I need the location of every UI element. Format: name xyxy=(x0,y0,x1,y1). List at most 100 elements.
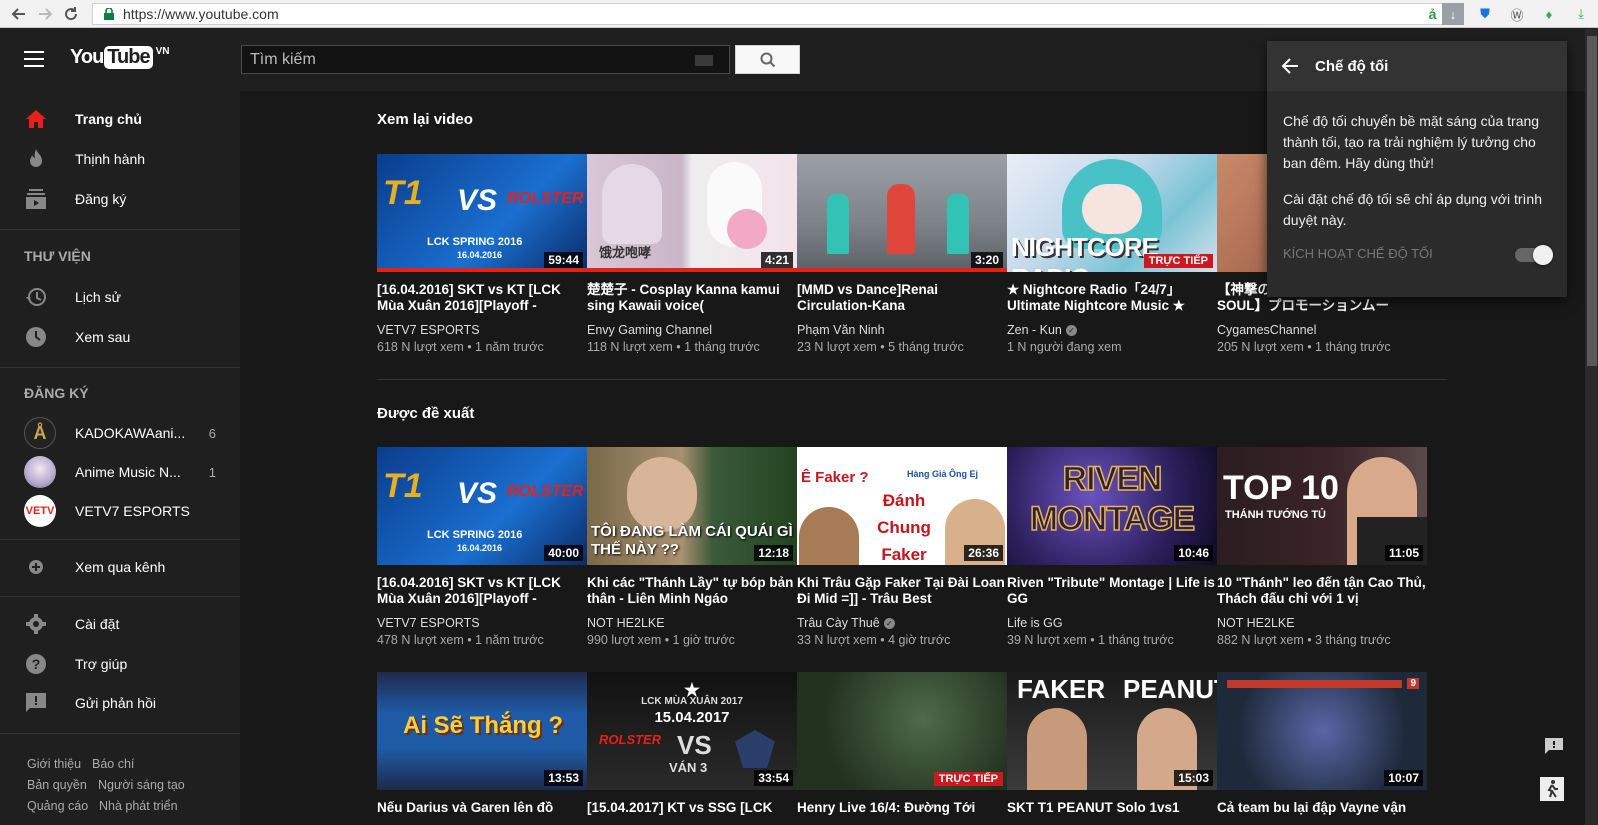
video-card[interactable]: Ai Sẽ Thắng ? 13:53 Nếu Darius và Garen … xyxy=(377,672,587,825)
channel-name[interactable]: Envy Gaming Channel xyxy=(587,323,797,337)
channel-name[interactable]: NOT HE2LKE xyxy=(1217,616,1427,630)
region-code: VN xyxy=(155,46,170,57)
footer-link-copyright[interactable]: Bản quyền xyxy=(27,778,87,792)
video-thumbnail[interactable]: RIVEN MONTAGE 10:46 xyxy=(1007,447,1217,565)
sidebar-item-feedback[interactable]: Gửi phản hồi xyxy=(0,683,240,723)
shelf-title[interactable]: Được đề xuất xyxy=(377,405,474,422)
feedback-bubble-icon[interactable] xyxy=(1544,736,1564,756)
reload-icon[interactable] xyxy=(58,1,84,27)
video-card[interactable]: NIGHTCORE RADIO TRỰC TIẾP ★ Nightcore Ra… xyxy=(1007,154,1217,354)
sidebar-item-settings[interactable]: Cài đặt xyxy=(0,604,240,644)
walking-person-icon[interactable] xyxy=(1540,777,1564,801)
video-title[interactable]: Khi Trâu Gặp Faker Tại Đài Loan Đi Mid =… xyxy=(797,575,1007,607)
video-thumbnail[interactable]: TOP 10 THÁNH TƯỚNG TỦ 11:05 xyxy=(1217,447,1427,565)
video-title[interactable]: 楚楚子 - Cosplay Kanna kamui sing Kawaii vo… xyxy=(587,282,797,314)
video-thumbnail[interactable]: Ê Faker ? Hàng Giả Ông Ej Đánh Chung Fak… xyxy=(797,447,1007,565)
download-arrow-icon[interactable]: ⤓ xyxy=(1570,3,1592,25)
sidebar-sub-vetv7[interactable]: VETV VETV7 ESPORTS xyxy=(0,491,240,531)
extension-w-icon[interactable]: Ⓦ xyxy=(1506,3,1528,25)
video-thumbnail[interactable]: Ai Sẽ Thắng ? 13:53 xyxy=(377,672,587,790)
keyboard-icon[interactable] xyxy=(695,55,713,66)
video-card[interactable]: TRỰC TIẾP Henry Live 16/4: Đường Tới xyxy=(797,672,1007,825)
toggle-knob[interactable] xyxy=(1533,245,1553,265)
video-thumbnail[interactable]: ★ LCK MÙA XUÂN 2017 15.04.2017 ROLSTER V… xyxy=(587,672,797,790)
footer-link-advertise[interactable]: Quảng cáo xyxy=(27,799,88,813)
channel-name[interactable]: CygamesChannel xyxy=(1217,323,1427,337)
feedly-icon[interactable]: ♦ xyxy=(1538,3,1560,25)
video-title[interactable]: [16.04.2016] SKT vs KT [LCK Mùa Xuân 201… xyxy=(377,575,587,607)
video-thumbnail[interactable]: T1 VS ROLSTER LCK SPRING 2016 16.04.2016… xyxy=(377,154,587,272)
video-title[interactable]: Khi các "Thánh Lầy" tự bóp bản thân - Li… xyxy=(587,575,797,607)
menu-icon[interactable] xyxy=(24,51,44,67)
video-thumbnail[interactable]: FAKER PEANUT 15:03 xyxy=(1007,672,1217,790)
video-title[interactable]: Riven "Tribute" Montage | Life is GG xyxy=(1007,575,1217,607)
address-bar[interactable]: https://www.youtube.com ả ☆ xyxy=(92,3,1464,25)
video-card[interactable]: T1 VS ROLSTER LCK SPRING 2016 16.04.2016… xyxy=(377,154,587,354)
search-button[interactable] xyxy=(735,45,800,74)
video-title[interactable]: ★ Nightcore Radio「24/7」 Ultimate Nightco… xyxy=(1007,282,1217,314)
video-card[interactable]: Ê Faker ? Hàng Giả Ông Ej Đánh Chung Fak… xyxy=(797,447,1007,647)
video-thumbnail[interactable]: NIGHTCORE RADIO TRỰC TIẾP xyxy=(1007,154,1217,272)
sidebar-item-trending[interactable]: Thịnh hành xyxy=(0,139,240,179)
video-card[interactable]: 饿龙咆哮 4:21 楚楚子 - Cosplay Kanna kamui sing… xyxy=(587,154,797,354)
channel-name[interactable]: VETV7 ESPORTS xyxy=(377,616,587,630)
video-title[interactable]: [15.04.2017] KT vs SSG [LCK xyxy=(587,800,797,825)
channel-name[interactable]: VETV7 ESPORTS xyxy=(377,323,587,337)
video-title[interactable]: [16.04.2016] SKT vs KT [LCK Mùa Xuân 201… xyxy=(377,282,587,314)
sidebar-sub-kadokawa[interactable]: Å KADOKAWAani... 6 xyxy=(0,413,240,453)
sidebar-sub-anime-music[interactable]: Anime Music N... 1 xyxy=(0,452,240,492)
video-title[interactable]: Cả team bu lại đập Vayne vận xyxy=(1217,800,1427,825)
video-card[interactable]: TOP 10 THÁNH TƯỚNG TỦ 11:05 10 "Thánh" l… xyxy=(1217,447,1427,647)
video-thumbnail[interactable]: 9 10:07 xyxy=(1217,672,1427,790)
avatar xyxy=(24,456,56,488)
youtube-logo[interactable]: You Tube VN xyxy=(70,46,170,69)
forward-arrow-icon[interactable] xyxy=(32,1,58,27)
sidebar-item-history[interactable]: Lịch sử xyxy=(0,277,240,317)
back-arrow-icon[interactable] xyxy=(1279,55,1301,77)
video-title[interactable]: SKT T1 PEANUT Solo 1vs1 xyxy=(1007,800,1217,825)
video-thumbnail[interactable]: 饿龙咆哮 4:21 xyxy=(587,154,797,272)
translate-icon[interactable]: ả xyxy=(1429,6,1437,22)
video-title[interactable]: Nếu Darius và Garen lên đồ xyxy=(377,800,587,825)
sidebar-item-subscriptions[interactable]: Đăng ký xyxy=(0,179,240,219)
channel-name[interactable]: Life is GG xyxy=(1007,616,1217,630)
video-card[interactable]: RIVEN MONTAGE 10:46 Riven "Tribute" Mont… xyxy=(1007,447,1217,647)
footer-link-creators[interactable]: Người sáng tạo xyxy=(98,778,185,792)
shelf-title[interactable]: Xem lại video xyxy=(377,111,473,128)
back-arrow-icon[interactable] xyxy=(6,1,32,27)
channel-name[interactable]: Phạm Văn Ninh xyxy=(797,323,1007,337)
footer-link-press[interactable]: Báo chí xyxy=(92,757,134,771)
footer-link-about[interactable]: Giới thiệu xyxy=(27,757,81,771)
channel-name[interactable]: NOT HE2LKE xyxy=(587,616,797,630)
download-icon[interactable]: ↓ xyxy=(1442,3,1464,25)
dark-mode-toggle[interactable] xyxy=(1515,245,1553,265)
footer-link-developers[interactable]: Nhà phát triển xyxy=(99,799,178,813)
video-title[interactable]: 10 "Thánh" leo đến tận Cao Thủ, Thách đấ… xyxy=(1217,575,1427,607)
video-card[interactable]: ★ LCK MÙA XUÂN 2017 15.04.2017 ROLSTER V… xyxy=(587,672,797,825)
video-thumbnail[interactable]: TRỰC TIẾP xyxy=(797,672,1007,790)
video-title[interactable]: Henry Live 16/4: Đường Tới xyxy=(797,800,1007,825)
video-card[interactable]: TÔI ĐANG LÀM CÁI QUÁI GÌ THẾ NÀY ?? 12:1… xyxy=(587,447,797,647)
avatar: Å xyxy=(24,417,56,449)
video-title[interactable]: [MMD vs Dance]Renai Circulation-Kana xyxy=(797,282,1007,314)
sidebar-item-browse-channels[interactable]: Xem qua kênh xyxy=(0,547,240,587)
sidebar-item-watch-later[interactable]: Xem sau xyxy=(0,317,240,357)
channel-label: VETV7 ESPORTS xyxy=(377,616,480,630)
search-input[interactable]: Tìm kiếm xyxy=(241,45,730,74)
scrollbar-thumb[interactable] xyxy=(1587,36,1597,366)
video-card[interactable]: 3:20 [MMD vs Dance]Renai Circulation-Kan… xyxy=(797,154,1007,354)
shield-icon[interactable]: ⛊ xyxy=(1474,3,1496,25)
video-card[interactable]: FAKER PEANUT 15:03 SKT T1 PEANUT Solo 1v… xyxy=(1007,672,1217,825)
video-card[interactable]: T1 VS ROLSTER LCK SPRING 2016 16.04.2016… xyxy=(377,447,587,647)
thumbnail-text: TOP 10 xyxy=(1223,469,1339,507)
channel-name[interactable]: Zen - Kun ✓ xyxy=(1007,323,1217,337)
video-card[interactable]: 9 10:07 Cả team bu lại đập Vayne vận xyxy=(1217,672,1427,825)
sidebar-item-home[interactable]: Trang chủ xyxy=(0,99,240,139)
video-thumbnail[interactable]: 3:20 xyxy=(797,154,1007,272)
video-thumbnail[interactable]: TÔI ĐANG LÀM CÁI QUÁI GÌ THẾ NÀY ?? 12:1… xyxy=(587,447,797,565)
video-thumbnail[interactable]: T1 VS ROLSTER LCK SPRING 2016 16.04.2016… xyxy=(377,447,587,565)
video-meta: 118 N lượt xem • 1 tháng trước xyxy=(587,340,760,354)
channel-name[interactable]: Trâu Cày Thuê ✓ xyxy=(797,616,1007,630)
sidebar-item-help[interactable]: ? Trợ giúp xyxy=(0,644,240,684)
dark-mode-toggle-row[interactable]: KÍCH HOẠT CHẾ ĐỘ TỐI xyxy=(1283,245,1553,265)
